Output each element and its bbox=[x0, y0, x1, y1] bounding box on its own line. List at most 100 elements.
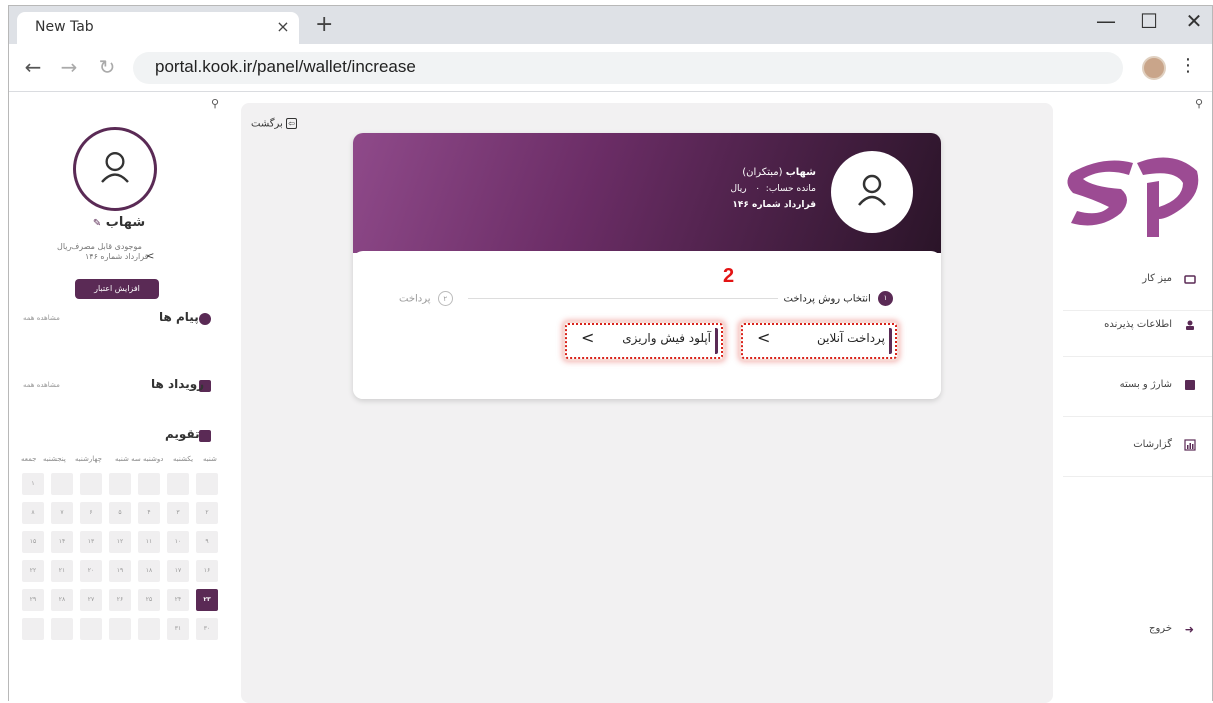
calendar-day-cell[interactable]: ۲۲ bbox=[22, 560, 44, 582]
calendar-day-cell[interactable] bbox=[80, 473, 102, 495]
events-title: رویداد ها bbox=[151, 377, 205, 391]
report-icon bbox=[1184, 439, 1196, 451]
pin-icon[interactable]: ⚲ bbox=[211, 97, 219, 110]
calendar-day-cell[interactable]: ۲۷ bbox=[80, 589, 102, 611]
minimize-button[interactable]: — bbox=[1091, 9, 1121, 33]
calendar-day-cell[interactable]: ۲۶ bbox=[109, 589, 131, 611]
user-avatar bbox=[73, 127, 157, 211]
maximize-button[interactable]: ☐ bbox=[1134, 9, 1164, 33]
calendar-day-cell[interactable]: ۲۹ bbox=[22, 589, 44, 611]
contract-chevron-icon[interactable]: > bbox=[146, 251, 154, 262]
nav-charge-package[interactable]: شارژ و بسته bbox=[1063, 359, 1212, 417]
tab-close-icon[interactable]: × bbox=[273, 17, 293, 36]
calendar-day-cell[interactable]: ۳۱ bbox=[167, 618, 189, 640]
back-link[interactable]: ⇦ برگشت bbox=[251, 118, 297, 130]
calendar-day-cell[interactable]: ۱۹ bbox=[109, 560, 131, 582]
page-content: ⚲ شهاب ✎ موجودی قابل مصرف ریال قرارداد ش… bbox=[9, 93, 1212, 703]
browser-tab[interactable]: New Tab × bbox=[17, 12, 299, 44]
messages-title: پیام ها bbox=[159, 310, 199, 324]
step-2: ۲ پرداخت bbox=[399, 291, 453, 306]
calendar-day-cell[interactable]: ۵ bbox=[109, 502, 131, 524]
nav-merchant-info[interactable]: اطلاعات پذیرنده bbox=[1063, 299, 1212, 357]
header-currency: ریال bbox=[730, 184, 747, 194]
browser-menu-icon[interactable]: ⋮ bbox=[1179, 55, 1197, 76]
calendar-day-cell[interactable]: ۲۸ bbox=[51, 589, 73, 611]
edit-user-icon[interactable]: ✎ bbox=[93, 218, 101, 229]
calendar-day-cell[interactable]: ۱۴ bbox=[51, 531, 73, 553]
calendar-day-cell[interactable]: ۱۵ bbox=[22, 531, 44, 553]
contract-label: قرارداد شماره ۱۴۶ bbox=[85, 252, 149, 261]
calendar-day-cell[interactable] bbox=[51, 618, 73, 640]
calendar-day-cell[interactable]: ۲۱ bbox=[51, 560, 73, 582]
header-user-role: (مبتکران) bbox=[742, 167, 783, 178]
upload-receipt-option[interactable]: آپلود فیش واریزی < bbox=[565, 323, 723, 359]
calendar-day-cell[interactable] bbox=[22, 618, 44, 640]
user-info-icon bbox=[1186, 320, 1194, 330]
calendar-day-cell[interactable] bbox=[80, 618, 102, 640]
calendar-day-cell[interactable]: ۲۳ bbox=[196, 589, 218, 611]
calendar-day-cell[interactable] bbox=[138, 618, 160, 640]
calendar-day-cell[interactable]: ۱۲ bbox=[109, 531, 131, 553]
calendar-day-header: دوشنبه bbox=[143, 455, 164, 463]
profile-avatar-icon[interactable] bbox=[1142, 56, 1166, 80]
calendar-day-cell[interactable]: ۱۰ bbox=[167, 531, 189, 553]
balance-label: موجودی قابل مصرف bbox=[71, 242, 142, 251]
calendar-day-cell[interactable]: ۱۶ bbox=[196, 560, 218, 582]
calendar-day-cell[interactable]: ۱۳ bbox=[80, 531, 102, 553]
calendar-day-header: یکشنبه bbox=[173, 455, 194, 463]
calendar-day-cell[interactable] bbox=[138, 473, 160, 495]
calendar-day-cell[interactable]: ۱ bbox=[22, 473, 44, 495]
calendar-day-cell[interactable]: ۲ bbox=[196, 502, 218, 524]
tab-strip: New Tab × + — ☐ ✕ bbox=[9, 6, 1212, 44]
messages-see-all-link[interactable]: مشاهده همه bbox=[23, 314, 60, 322]
increase-credit-button[interactable]: افزایش اعتبار bbox=[75, 279, 159, 299]
calendar-day-cell[interactable]: ۳۰ bbox=[196, 618, 218, 640]
nav-reports[interactable]: گزارشات bbox=[1063, 419, 1212, 477]
step-1-label: انتخاب روش پرداخت bbox=[783, 293, 871, 305]
calendar-day-cell[interactable]: ۶ bbox=[80, 502, 102, 524]
address-bar[interactable]: portal.kook.ir/panel/wallet/increase bbox=[133, 52, 1123, 84]
pin-icon[interactable]: ⚲ bbox=[1195, 97, 1203, 110]
step-1-number: ۱ bbox=[878, 291, 893, 306]
right-sidebar: ⚲ میز کار اطلاعات پذیرنده شارژ و بسته گز… bbox=[1063, 93, 1212, 701]
new-tab-button[interactable]: + bbox=[315, 12, 333, 37]
calendar-day-cell[interactable]: ۷ bbox=[51, 502, 73, 524]
online-payment-option[interactable]: پرداخت آنلاین < bbox=[741, 323, 897, 359]
user-icon bbox=[858, 174, 886, 206]
calendar-day-cell[interactable] bbox=[109, 618, 131, 640]
back-arrow-icon[interactable]: ← bbox=[21, 55, 45, 79]
step-2-label: پرداخت bbox=[399, 293, 431, 305]
logout-link[interactable]: خروج bbox=[1149, 623, 1172, 634]
calendar-day-cell[interactable]: ۲۰ bbox=[80, 560, 102, 582]
main-panel: ⇦ برگشت شهاب (مبتکران) مانده حساب: ۰ ریا… bbox=[241, 103, 1053, 703]
header-user-name: شهاب bbox=[785, 167, 816, 178]
close-window-button[interactable]: ✕ bbox=[1179, 9, 1209, 33]
forward-arrow-icon[interactable]: → bbox=[57, 55, 81, 79]
chevron-left-icon: < bbox=[581, 328, 595, 347]
calendar-day-cell[interactable]: ۲۴ bbox=[167, 589, 189, 611]
brand-logo bbox=[1067, 157, 1199, 237]
nav-desk-label: میز کار bbox=[1142, 273, 1172, 284]
events-see-all-link[interactable]: مشاهده همه bbox=[23, 381, 60, 389]
calendar-day-header: پنجشنبه bbox=[43, 455, 66, 463]
calendar-day-cell[interactable] bbox=[167, 473, 189, 495]
calendar-day-cell[interactable]: ۸ bbox=[22, 502, 44, 524]
url-text: portal.kook.ir/panel/wallet/increase bbox=[155, 57, 416, 76]
calendar-day-cell[interactable]: ۳ bbox=[167, 502, 189, 524]
card-body: ۱ انتخاب روش پرداخت ۲ پرداخت 2 پرداخت آن… bbox=[353, 251, 941, 399]
header-balance-label: مانده حساب: bbox=[765, 184, 816, 194]
card-header: شهاب (مبتکران) مانده حساب: ۰ ریال قراردا… bbox=[353, 133, 941, 253]
calendar-day-cell[interactable] bbox=[196, 473, 218, 495]
calendar-day-cell[interactable]: ۹ bbox=[196, 531, 218, 553]
calendar-day-cell[interactable] bbox=[51, 473, 73, 495]
calendar-day-cell[interactable]: ۱۸ bbox=[138, 560, 160, 582]
calendar-day-cell[interactable]: ۲۵ bbox=[138, 589, 160, 611]
calendar-day-cell[interactable]: ۱۱ bbox=[138, 531, 160, 553]
header-avatar bbox=[831, 151, 913, 233]
calendar-day-cell[interactable]: ۱۷ bbox=[167, 560, 189, 582]
reload-icon[interactable]: ↻ bbox=[95, 55, 119, 79]
calendar-day-cell[interactable] bbox=[109, 473, 131, 495]
calendar-day-cell[interactable]: ۴ bbox=[138, 502, 160, 524]
step-2-number: ۲ bbox=[437, 291, 453, 306]
logout-icon[interactable]: ➜ bbox=[1185, 623, 1194, 636]
